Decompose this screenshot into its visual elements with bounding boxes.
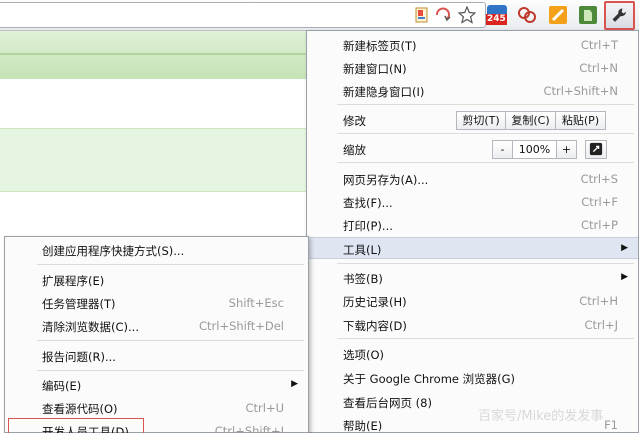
menu-item-label: 编码(E) [42, 379, 82, 393]
browser-toolbar: 245 [0, 0, 639, 31]
menu-item-shortcut: Ctrl+T [580, 38, 618, 52]
menu-item-print[interactable]: 打印(P)... Ctrl+P [307, 214, 638, 236]
menu-item-label: 书签(B) [343, 272, 383, 286]
menu-item-shortcut: Ctrl+Shift+N [543, 84, 618, 98]
copy-button[interactable]: 复制(C) [506, 111, 556, 130]
page-content-band [0, 128, 320, 192]
submenu-arrow-icon: ▶ [291, 379, 298, 389]
menu-item-new-tab[interactable]: 新建标签页(T) Ctrl+T [307, 34, 638, 56]
menu-item-label: 清除浏览数据(C)... [42, 320, 139, 334]
cut-button[interactable]: 剪切(T) [456, 111, 506, 130]
menu-item-label: 新建隐身窗口(I) [343, 85, 425, 99]
menu-item-task-manager[interactable]: 任务管理器(T) Shift+Esc [5, 292, 308, 314]
watermark: 百家号/Mike的发发事 [478, 409, 604, 424]
menu-item-shortcut: Ctrl+Shift+I [214, 424, 284, 433]
menu-item-clear-data[interactable]: 清除浏览数据(C)... Ctrl+Shift+Del [5, 315, 308, 337]
wrench-icon [612, 8, 626, 22]
submenu-arrow-icon: ▶ [621, 272, 628, 282]
menu-item-view-source[interactable]: 查看源代码(O) Ctrl+U [5, 397, 308, 419]
menu-item-label: 创建应用程序快捷方式(S)... [42, 244, 185, 258]
ext-badge: 245 [486, 14, 507, 25]
menu-separator [37, 264, 304, 265]
chrome-main-menu: 新建标签页(T) Ctrl+T 新建窗口(N) Ctrl+N 新建隐身窗口(I)… [306, 30, 639, 433]
menu-separator [337, 133, 634, 134]
weather-ext-icon[interactable]: 245 [486, 5, 507, 25]
menu-item-label: 历史记录(H) [343, 295, 407, 309]
menu-item-new-incognito[interactable]: 新建隐身窗口(I) Ctrl+Shift+N [307, 80, 638, 102]
menu-item-create-shortcuts[interactable]: 创建应用程序快捷方式(S)... [5, 239, 308, 261]
menu-row-edit: 修改 剪切(T) 复制(C) 粘贴(P) [307, 109, 638, 131]
menu-item-encoding[interactable]: 编码(E) ▶ [5, 374, 308, 396]
menu-item-label: 选项(O) [343, 348, 385, 362]
menu-item-label: 工具(L) [343, 243, 382, 257]
menu-item-label: 下载内容(D) [343, 319, 407, 333]
menu-item-find[interactable]: 查找(F)... Ctrl+F [307, 191, 638, 213]
menu-item-label: 关于 Google Chrome 浏览器(G) [343, 372, 516, 386]
menu-item-label: 新建标签页(T) [343, 39, 417, 53]
menu-item-shortcut: Ctrl+S [580, 172, 618, 186]
menu-item-shortcut: F1 [604, 418, 618, 432]
fullscreen-button[interactable] [585, 140, 607, 159]
tools-submenu: 创建应用程序快捷方式(S)... 扩展程序(E) 任务管理器(T) Shift+… [4, 236, 309, 433]
menu-item-tools[interactable]: 工具(L) ▶ [307, 237, 638, 259]
menu-item-label: 扩展程序(E) [42, 274, 105, 288]
menu-item-label: 任务管理器(T) [42, 297, 116, 311]
menu-item-extensions[interactable]: 扩展程序(E) [5, 269, 308, 291]
menu-item-label: 网页另存为(A)... [343, 173, 429, 187]
menu-item-label: 缩放 [343, 143, 366, 157]
menu-item-label: 帮助(E) [343, 419, 383, 433]
zoom-in-button[interactable]: + [556, 140, 577, 159]
menu-item-downloads[interactable]: 下载内容(D) Ctrl+J [307, 314, 638, 336]
menu-item-label: 查找(F)... [343, 196, 393, 210]
submenu-arrow-icon: ▶ [621, 243, 628, 253]
rss-ext-icon[interactable] [548, 5, 568, 25]
page-action-icon[interactable] [414, 6, 432, 24]
star-bookmark-icon[interactable] [458, 6, 476, 24]
wrench-menu-button[interactable] [604, 1, 635, 30]
menu-item-label: 查看源代码(O) [42, 402, 118, 416]
zoom-out-button[interactable]: - [492, 140, 513, 159]
menu-separator [37, 370, 304, 371]
menu-item-label: 报告问题(R)... [42, 350, 116, 364]
evernote-ext-icon[interactable] [578, 5, 598, 25]
fullscreen-icon [589, 142, 603, 156]
paste-button[interactable]: 粘贴(P) [556, 111, 606, 130]
menu-item-shortcut: Ctrl+Shift+Del [199, 319, 284, 333]
menu-separator [37, 340, 304, 341]
menu-item-label: 新建窗口(N) [343, 62, 407, 76]
menu-item-shortcut: Shift+Esc [228, 296, 284, 310]
menu-row-zoom: 缩放 - 100% + [307, 138, 638, 160]
menu-item-label: 查看后台网页 (8) [343, 396, 432, 410]
menu-item-new-window[interactable]: 新建窗口(N) Ctrl+N [307, 57, 638, 79]
zoom-level-display: 100% [513, 140, 556, 159]
menu-item-shortcut: Ctrl+J [584, 318, 619, 332]
menu-separator [337, 104, 634, 105]
page-reload-check-icon[interactable] [433, 6, 453, 24]
menu-item-shortcut: Ctrl+N [579, 61, 618, 75]
menu-item-shortcut: Ctrl+H [579, 294, 618, 308]
dev-tools-highlight-box [8, 418, 144, 433]
menu-separator [337, 338, 634, 339]
menu-item-label: 打印(P)... [343, 219, 393, 233]
menu-item-history[interactable]: 历史记录(H) Ctrl+H [307, 290, 638, 312]
menu-item-report-issue[interactable]: 报告问题(R)... [5, 345, 308, 367]
menu-item-bookmarks[interactable]: 书签(B) ▶ [307, 267, 638, 289]
menu-item-about[interactable]: 关于 Google Chrome 浏览器(G) [307, 367, 638, 389]
page-header-band [0, 31, 320, 79]
kingsoft-ext-icon[interactable] [517, 5, 537, 25]
menu-item-options[interactable]: 选项(O) [307, 343, 638, 365]
menu-item-save-as[interactable]: 网页另存为(A)... Ctrl+S [307, 168, 638, 190]
menu-item-shortcut: Ctrl+P [580, 218, 618, 232]
menu-item-shortcut: Ctrl+F [581, 195, 618, 209]
menu-item-label: 修改 [343, 114, 366, 128]
menu-separator [337, 263, 634, 264]
menu-item-shortcut: Ctrl+U [245, 401, 284, 415]
menu-separator [337, 162, 634, 163]
